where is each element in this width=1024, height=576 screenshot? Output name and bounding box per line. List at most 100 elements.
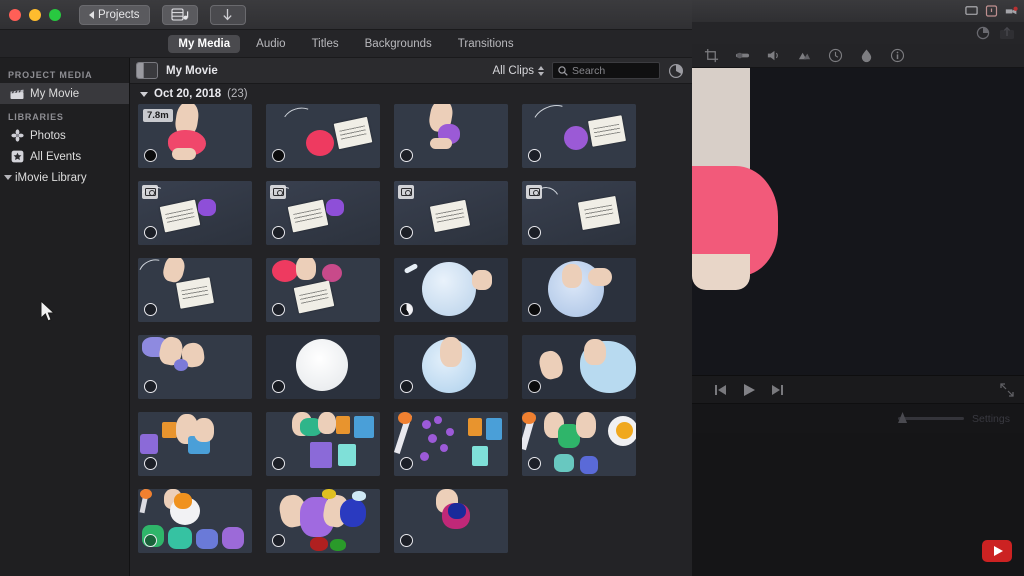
minimize-window-button[interactable] <box>29 9 41 21</box>
clip-select-indicator[interactable] <box>144 303 157 316</box>
sidebar-item-imovie-library[interactable]: iMovie Library <box>0 167 129 188</box>
disclosure-triangle-icon[interactable] <box>4 175 12 180</box>
clip-select-indicator[interactable] <box>144 226 157 239</box>
event-date-header[interactable]: Oct 20, 2018 (23) <box>130 84 692 104</box>
filter-icon[interactable] <box>797 48 812 63</box>
clip-row <box>138 335 682 399</box>
clip-row <box>138 489 682 553</box>
close-window-button[interactable] <box>9 9 21 21</box>
settings-label[interactable]: Settings <box>972 413 1010 425</box>
chevron-left-icon <box>89 11 94 19</box>
clip-select-indicator[interactable] <box>400 457 413 470</box>
sidebar-item-my-movie[interactable]: My Movie <box>0 83 129 104</box>
clip-thumbnail[interactable] <box>394 258 508 322</box>
tab-titles[interactable]: Titles <box>302 35 349 53</box>
clip-select-indicator[interactable] <box>528 457 541 470</box>
clip-select-indicator[interactable] <box>400 534 413 547</box>
clip-select-indicator[interactable] <box>272 534 285 547</box>
clip-filter-dropdown[interactable]: All Clips <box>492 65 544 77</box>
tab-backgrounds[interactable]: Backgrounds <box>355 35 442 53</box>
clip-thumbnail[interactable] <box>394 335 508 399</box>
screen-record-icon[interactable] <box>1005 5 1018 17</box>
menu-bar-strip <box>692 0 1024 22</box>
clip-thumbnail[interactable] <box>138 412 252 476</box>
tab-transitions[interactable]: Transitions <box>448 35 524 53</box>
clip-select-indicator[interactable] <box>144 380 157 393</box>
clip-select-indicator[interactable] <box>144 149 157 162</box>
clip-select-indicator[interactable] <box>272 380 285 393</box>
clip-thumbnail[interactable] <box>522 104 636 168</box>
clip-select-indicator[interactable] <box>272 226 285 239</box>
speed-icon[interactable] <box>828 48 843 63</box>
tab-audio[interactable]: Audio <box>246 35 295 53</box>
clip-thumbnail[interactable] <box>394 181 508 245</box>
clip-thumbnail[interactable]: 7.8m <box>138 104 252 168</box>
clip-thumbnail[interactable] <box>138 489 252 553</box>
video-preview[interactable] <box>692 68 1024 375</box>
clip-select-indicator[interactable] <box>528 226 541 239</box>
clip-grid[interactable]: 7.8m <box>130 104 692 576</box>
clip-thumbnail[interactable] <box>394 412 508 476</box>
clip-select-indicator[interactable] <box>272 457 285 470</box>
clip-select-indicator[interactable] <box>400 380 413 393</box>
clip-select-indicator[interactable] <box>144 534 157 547</box>
clip-thumbnail[interactable] <box>394 489 508 553</box>
clip-select-indicator[interactable] <box>144 457 157 470</box>
sidebar-item-label: Photos <box>30 130 66 142</box>
youtube-play-badge[interactable] <box>982 540 1012 562</box>
clip-thumbnail[interactable] <box>266 104 380 168</box>
media-tab-bar: My Media Audio Titles Backgrounds Transi… <box>0 30 692 58</box>
download-button[interactable] <box>210 5 246 25</box>
clip-thumbnail[interactable] <box>266 181 380 245</box>
media-import-button[interactable] <box>162 5 198 25</box>
clip-thumbnail[interactable] <box>266 335 380 399</box>
search-input[interactable]: Search <box>552 62 660 79</box>
fullscreen-button[interactable] <box>1000 383 1014 397</box>
clip-select-indicator[interactable] <box>400 226 413 239</box>
clip-select-indicator[interactable] <box>400 303 413 316</box>
color-balance-icon[interactable] <box>735 48 750 63</box>
sidebar-toggle-icon[interactable] <box>136 62 158 79</box>
clip-thumbnail[interactable] <box>522 335 636 399</box>
sidebar-item-all-events[interactable]: All Events <box>0 146 129 167</box>
clip-thumbnail[interactable] <box>522 258 636 322</box>
volume-icon[interactable] <box>766 48 781 63</box>
zoom-slider[interactable] <box>898 417 964 420</box>
back-to-projects-button[interactable]: Projects <box>79 5 150 25</box>
viewer-footer: Settings <box>692 403 1024 433</box>
crop-icon[interactable] <box>704 48 719 63</box>
clip-thumbnail[interactable] <box>138 181 252 245</box>
clip-thumbnail[interactable] <box>394 104 508 168</box>
gear-icon[interactable] <box>668 63 684 79</box>
zoom-window-button[interactable] <box>49 9 61 21</box>
disclosure-triangle-icon[interactable] <box>140 92 148 97</box>
clip-select-indicator[interactable] <box>272 149 285 162</box>
skip-back-button[interactable] <box>714 384 727 396</box>
arrow-down-icon <box>222 8 233 22</box>
clip-select-indicator[interactable] <box>400 149 413 162</box>
clip-select-indicator[interactable] <box>528 149 541 162</box>
clip-select-indicator[interactable] <box>528 303 541 316</box>
clip-thumbnail[interactable] <box>522 412 636 476</box>
color-correction-icon[interactable] <box>859 48 874 63</box>
clip-thumbnail[interactable] <box>266 258 380 322</box>
tab-my-media[interactable]: My Media <box>168 35 240 53</box>
timeline-area[interactable] <box>692 433 1024 576</box>
zoom-slider-thumb[interactable] <box>898 412 907 423</box>
clip-select-indicator[interactable] <box>528 380 541 393</box>
skip-forward-button[interactable] <box>771 384 784 396</box>
warning-icon[interactable] <box>985 5 998 17</box>
clip-select-indicator[interactable] <box>272 303 285 316</box>
display-icon[interactable] <box>965 5 978 17</box>
clip-thumbnail[interactable] <box>138 335 252 399</box>
pie-progress-icon[interactable] <box>976 26 990 40</box>
clip-thumbnail[interactable] <box>522 181 636 245</box>
share-icon[interactable] <box>998 26 1016 41</box>
play-button[interactable] <box>741 382 757 398</box>
sidebar-item-photos[interactable]: Photos <box>0 125 129 146</box>
clip-thumbnail[interactable] <box>138 258 252 322</box>
clip-thumbnail[interactable] <box>266 412 380 476</box>
screen: Projects My Media Audio <box>0 0 1024 576</box>
clip-thumbnail[interactable] <box>266 489 380 553</box>
info-icon[interactable] <box>890 48 905 63</box>
